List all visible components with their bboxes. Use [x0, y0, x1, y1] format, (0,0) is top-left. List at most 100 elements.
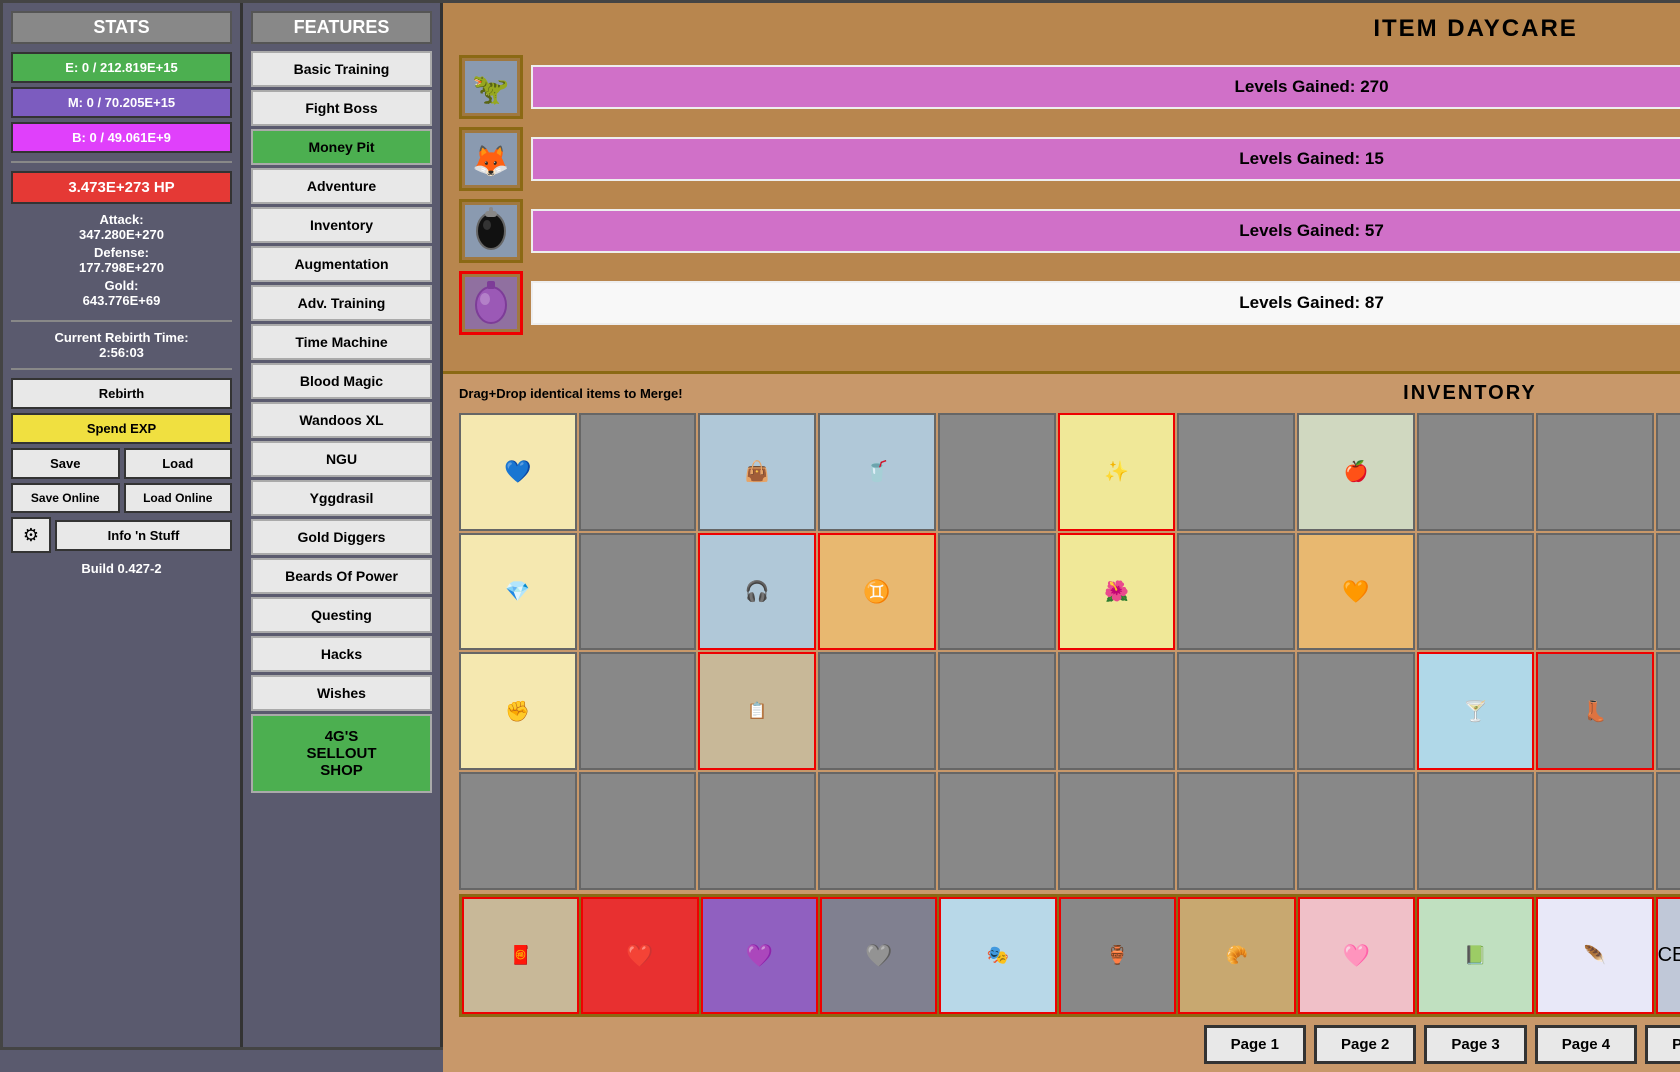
feature-yggdrasil[interactable]: Yggdrasil [251, 480, 432, 516]
inv-cell-bottom[interactable]: 💜 [701, 897, 818, 1014]
inv-cell-bottom[interactable]: 🧧 [462, 897, 579, 1014]
inv-cell[interactable] [579, 772, 697, 890]
feature-adventure[interactable]: Adventure [251, 168, 432, 204]
inv-cell[interactable]: 💎 [459, 533, 577, 651]
info-row: ⚙ Info 'n Stuff [11, 517, 232, 553]
inv-cell[interactable]: 🌺 [1058, 533, 1176, 651]
inv-cell[interactable] [1536, 772, 1654, 890]
inv-cell[interactable]: ♊ [818, 533, 936, 651]
daycare-icon-3[interactable] [459, 199, 523, 263]
gold-value: 643.776E+69 [83, 293, 161, 308]
page-3-button[interactable]: Page 3 [1424, 1025, 1526, 1064]
feature-inventory[interactable]: Inventory [251, 207, 432, 243]
inv-cell[interactable] [698, 772, 816, 890]
inv-cell[interactable] [938, 533, 1056, 651]
feature-fight-boss[interactable]: Fight Boss [251, 90, 432, 126]
inv-cell[interactable] [1177, 772, 1295, 890]
inv-cell[interactable] [579, 533, 697, 651]
gear-button[interactable]: ⚙ [11, 517, 51, 553]
inv-cell[interactable] [818, 652, 936, 770]
inv-cell[interactable]: 🥤 [818, 413, 936, 531]
inv-cell-bottom[interactable]: 🥐 [1178, 897, 1295, 1014]
inv-cell[interactable] [1058, 652, 1176, 770]
inv-cell[interactable]: ✨ [1058, 413, 1176, 531]
inv-cell[interactable]: 🍎 [1297, 413, 1415, 531]
inv-cell[interactable]: 💙 [459, 413, 577, 531]
divider2 [11, 320, 232, 322]
inv-cell[interactable] [1177, 413, 1295, 531]
inv-cell[interactable] [1656, 533, 1680, 651]
inv-cell[interactable] [1536, 533, 1654, 651]
feature-sellout-shop[interactable]: 4G'SSELLOUTSHOP [251, 714, 432, 793]
inv-cell[interactable] [1297, 652, 1415, 770]
inv-cell[interactable] [1058, 772, 1176, 890]
inv-cell[interactable] [459, 772, 577, 890]
save-online-button[interactable]: Save Online [11, 483, 120, 513]
inv-cell[interactable] [938, 652, 1056, 770]
load-button[interactable]: Load [124, 448, 233, 479]
inv-cell[interactable]: 👜 [698, 413, 816, 531]
inv-cell-bottom[interactable]: 🩶 [820, 897, 937, 1014]
defense-value: 177.798E+270 [79, 260, 164, 275]
feature-augmentation[interactable]: Augmentation [251, 246, 432, 282]
feature-time-machine[interactable]: Time Machine [251, 324, 432, 360]
features-panel: FEATURES Basic Training Fight Boss Money… [243, 3, 443, 1047]
feature-questing[interactable]: Questing [251, 597, 432, 633]
inv-cell[interactable] [1177, 652, 1295, 770]
inv-cell[interactable] [579, 652, 697, 770]
inv-cell-bottom[interactable]: 🪶 [1536, 897, 1653, 1014]
inv-cell[interactable] [938, 413, 1056, 531]
inv-cell[interactable]: 📋 [698, 652, 816, 770]
inv-cell[interactable]: 🍸 [1417, 652, 1535, 770]
rebirth-button[interactable]: Rebirth [11, 378, 232, 409]
inv-cell[interactable] [1656, 772, 1680, 890]
feature-gold-diggers[interactable]: Gold Diggers [251, 519, 432, 555]
inv-cell[interactable] [1417, 772, 1535, 890]
feature-money-pit[interactable]: Money Pit [251, 129, 432, 165]
attack-value: 347.280E+270 [79, 227, 164, 242]
feature-basic-training[interactable]: Basic Training [251, 51, 432, 87]
inv-cell[interactable] [1656, 652, 1680, 770]
inv-cell-bottom[interactable]: 🩷 [1298, 897, 1415, 1014]
page-2-button[interactable]: Page 2 [1314, 1025, 1416, 1064]
inv-cell-bottom[interactable]: ❤️ [581, 897, 698, 1014]
daycare-icon-1[interactable]: 🦖 [459, 55, 523, 119]
save-button[interactable]: Save [11, 448, 120, 479]
stats-panel: STATS E: 0 / 212.819E+15 M: 0 / 70.205E+… [3, 3, 243, 1047]
inv-cell[interactable] [579, 413, 697, 531]
inv-cell[interactable] [1177, 533, 1295, 651]
inv-cell-bottom[interactable]: CENSORED [1656, 897, 1680, 1014]
page-4-button[interactable]: Page 4 [1535, 1025, 1637, 1064]
divider3 [11, 368, 232, 370]
feature-adv-training[interactable]: Adv. Training [251, 285, 432, 321]
load-online-button[interactable]: Load Online [124, 483, 233, 513]
inv-cell[interactable]: 🧡 [1297, 533, 1415, 651]
inv-cell-bottom[interactable]: 📗 [1417, 897, 1534, 1014]
feature-ngu[interactable]: NGU [251, 441, 432, 477]
inv-cell[interactable] [1297, 772, 1415, 890]
inv-cell[interactable] [1656, 413, 1680, 531]
feature-wandoos-xl[interactable]: Wandoos XL [251, 402, 432, 438]
inv-cell[interactable] [818, 772, 936, 890]
feature-blood-magic[interactable]: Blood Magic [251, 363, 432, 399]
defense-label: Defense: 177.798E+270 [11, 245, 232, 275]
daycare-icon-4[interactable] [459, 271, 523, 335]
inv-cell-bottom[interactable]: 🎭 [939, 897, 1056, 1014]
inv-cell[interactable]: ✊ [459, 652, 577, 770]
info-button[interactable]: Info 'n Stuff [55, 520, 232, 551]
inv-cell[interactable] [938, 772, 1056, 890]
daycare-levels-3: Levels Gained: 57 [531, 209, 1680, 253]
inv-cell[interactable] [1536, 413, 1654, 531]
feature-hacks[interactable]: Hacks [251, 636, 432, 672]
feature-wishes[interactable]: Wishes [251, 675, 432, 711]
spend-exp-button[interactable]: Spend EXP [11, 413, 232, 444]
feature-beards-of-power[interactable]: Beards Of Power [251, 558, 432, 594]
daycare-icon-2[interactable]: 🦊 [459, 127, 523, 191]
inv-cell[interactable]: 🎧 [698, 533, 816, 651]
inv-cell[interactable] [1417, 413, 1535, 531]
inv-cell[interactable] [1417, 533, 1535, 651]
page-5-button[interactable]: Page 5 [1645, 1025, 1680, 1064]
page-1-button[interactable]: Page 1 [1204, 1025, 1306, 1064]
inv-cell[interactable]: 👢 [1536, 652, 1654, 770]
inv-cell-bottom[interactable]: 🏺 [1059, 897, 1176, 1014]
